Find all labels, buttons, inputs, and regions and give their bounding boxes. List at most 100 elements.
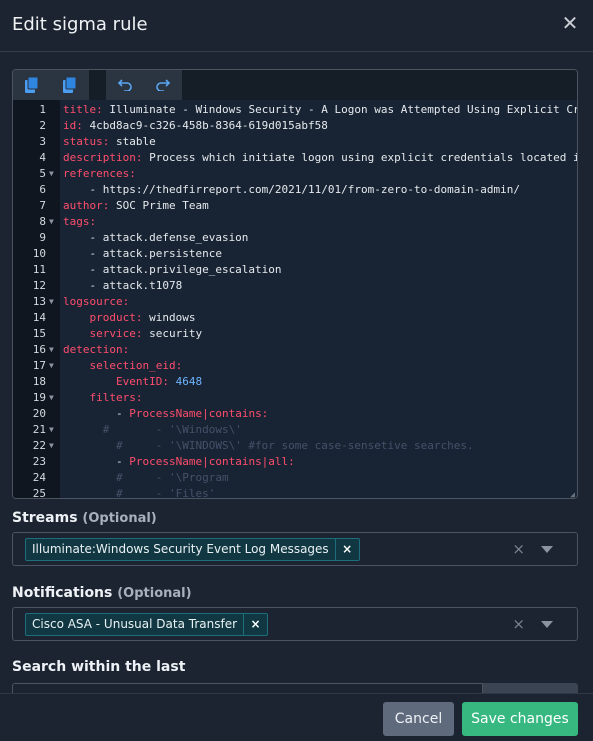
search-within-label: Search within the last	[12, 659, 186, 675]
code-token: selection_eid:	[89, 359, 183, 372]
line-number: 8	[39, 215, 46, 228]
code-token: # - 'Files'	[63, 487, 216, 499]
fold-toggle-icon[interactable]: ▼	[49, 214, 57, 230]
code-line-text: # - '\WINDOWS\' #for some case-sensetive…	[63, 438, 474, 454]
notifications-clear-icon[interactable]: ×	[512, 614, 525, 634]
code-line-text: # - '\Windows\'	[63, 422, 242, 438]
chevron-down-icon[interactable]	[541, 546, 553, 553]
code-token: - attack.t1078	[63, 279, 183, 292]
code-line: 7 author: SOC Prime Team	[13, 198, 577, 214]
code-token: product:	[89, 311, 143, 324]
code-token: stable	[109, 135, 156, 148]
notifications-optional-text: (Optional)	[117, 586, 192, 601]
fold-toggle-icon[interactable]: ▼	[49, 422, 57, 438]
fold-toggle-icon[interactable]: ▼	[49, 342, 57, 358]
code-line: 9 - attack.defense_evasion	[13, 230, 577, 246]
code-token: - attack.defense_evasion	[63, 231, 249, 244]
line-number: 21	[32, 423, 46, 436]
code-line-text: - attack.t1078	[63, 278, 182, 294]
code-token: SOC Prime Team	[109, 199, 209, 212]
code-line: 18 EventID: 4648	[13, 374, 577, 390]
code-line-text: # - '\Program	[63, 470, 229, 486]
code-token: Process which initiate logon using expli…	[142, 151, 577, 164]
code-line: 8 ▼ tags:	[13, 214, 577, 230]
line-number: 16	[32, 343, 46, 356]
code-line-text: - attack.privilege_escalation	[63, 262, 281, 278]
code-line-text: service: security	[63, 326, 203, 342]
code-line: 19 ▼ filters:	[13, 390, 577, 406]
code-line: 11 - attack.privilege_escalation	[13, 262, 577, 278]
notifications-select[interactable]: Cisco ASA - Unusual Data Transfer × ×	[12, 607, 578, 641]
notification-chip-remove-button[interactable]: ×	[243, 614, 267, 635]
code-line: 13 ▼ logsource:	[13, 294, 577, 310]
resize-handle-icon[interactable]: ◢	[570, 490, 575, 498]
code-token: tags:	[63, 215, 97, 228]
line-number: 4	[39, 151, 46, 164]
streams-select[interactable]: Illuminate:Windows Security Event Log Me…	[12, 532, 578, 566]
redo-icon[interactable]	[144, 70, 182, 100]
code-line-text: - attack.defense_evasion	[63, 230, 248, 246]
stream-chip-remove-button[interactable]: ×	[334, 539, 359, 560]
modal-header: Edit sigma rule ✕	[0, 0, 593, 52]
code-line-text: references:	[63, 166, 136, 182]
code-token: author:	[63, 199, 110, 212]
streams-optional-text: (Optional)	[82, 511, 157, 526]
notification-chip-label: Cisco ASA - Unusual Data Transfer	[32, 617, 238, 631]
fold-toggle-icon[interactable]: ▼	[49, 358, 57, 374]
notification-chip: Cisco ASA - Unusual Data Transfer ×	[25, 613, 269, 636]
fold-toggle-icon[interactable]: ▼	[49, 390, 57, 406]
code-line-text: # - 'Files'	[63, 486, 216, 499]
line-number: 9	[39, 231, 46, 244]
line-number: 25	[32, 487, 46, 499]
code-line-text: selection_eid:	[63, 358, 183, 374]
code-line-text: description: Process which initiate logo…	[63, 150, 577, 166]
code-line-text: logsource:	[63, 294, 129, 310]
save-changes-button[interactable]: Save changes	[462, 702, 578, 736]
code-line: 25 # - 'Files'	[13, 486, 577, 499]
code-token: id:	[63, 119, 83, 132]
code-line: 10 - attack.persistence	[13, 246, 577, 262]
code-line-text: detection:	[63, 342, 129, 358]
copy-icon[interactable]	[13, 70, 51, 100]
stream-chip: Illuminate:Windows Security Event Log Me…	[25, 538, 360, 561]
streams-clear-icon[interactable]: ×	[512, 539, 525, 559]
fold-toggle-icon[interactable]: ▼	[49, 438, 57, 454]
fold-toggle-icon[interactable]: ▼	[49, 166, 57, 182]
paste-icon[interactable]	[51, 70, 89, 100]
code-line: 15 service: security	[13, 326, 577, 342]
line-number: 20	[32, 407, 46, 420]
code-token: title:	[63, 103, 103, 116]
code-line-text: EventID: 4648	[63, 374, 202, 390]
fold-toggle-icon[interactable]: ▼	[49, 294, 57, 310]
code-line: 14 product: windows	[13, 310, 577, 326]
notifications-label-text: Notifications	[12, 585, 113, 601]
cancel-button[interactable]: Cancel	[383, 702, 454, 736]
modal-title: Edit sigma rule	[12, 14, 148, 35]
code-line-text: - attack.persistence	[63, 246, 221, 262]
code-line: 6 - https://thedfirreport.com/2021/11/01…	[13, 182, 577, 198]
code-line-text: filters:	[63, 390, 143, 406]
code-line-text: product: windows	[63, 310, 196, 326]
code-area[interactable]: 1 title: Illuminate - Windows Security - …	[13, 100, 577, 499]
line-number: 3	[39, 135, 46, 148]
code-token: Illuminate - Windows Security - A Logon …	[102, 103, 577, 116]
code-token: service:	[89, 327, 143, 340]
code-line-text: - ProcessName|contains:	[63, 406, 268, 422]
undo-icon[interactable]	[106, 70, 144, 100]
chevron-down-icon[interactable]	[541, 621, 553, 628]
line-number: 11	[32, 263, 46, 276]
code-editor[interactable]: 1 title: Illuminate - Windows Security - …	[12, 69, 578, 499]
code-token: filters:	[89, 391, 143, 404]
code-token: # - '\WINDOWS\' #for some case-sensetive…	[63, 439, 474, 452]
code-line-text: author: SOC Prime Team	[63, 198, 209, 214]
stream-chip-label: Illuminate:Windows Security Event Log Me…	[32, 542, 329, 556]
code-line: 16 ▼ detection:	[13, 342, 577, 358]
close-icon[interactable]: ✕	[561, 12, 579, 34]
line-number: 5	[39, 167, 46, 180]
code-token: logsource:	[63, 295, 130, 308]
modal-footer: Cancel Save changes	[0, 693, 593, 741]
clipboard-button-group	[13, 70, 89, 100]
